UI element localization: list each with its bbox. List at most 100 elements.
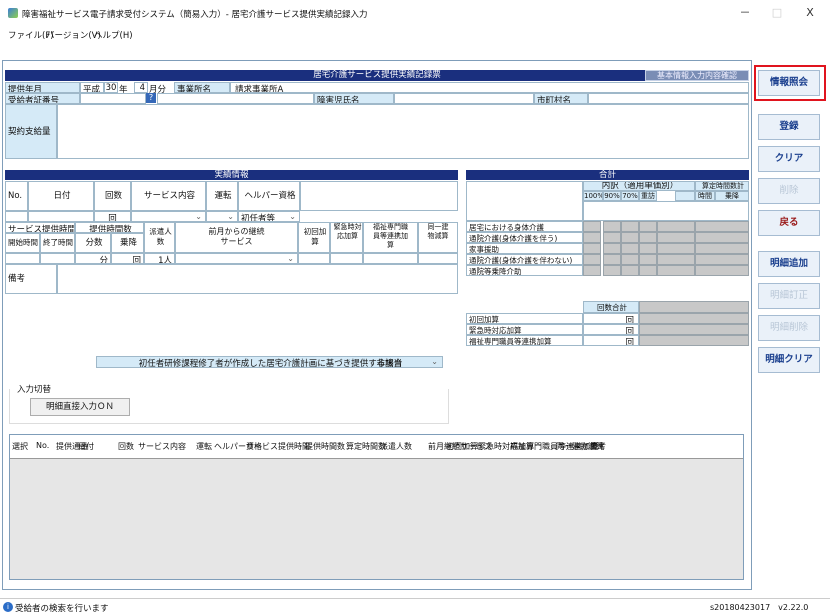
status-message: 受給者の検索を行います: [15, 604, 109, 614]
initial-check[interactable]: [298, 253, 330, 264]
same-building-label: 同一建物減算: [418, 222, 458, 253]
addition-blank: [639, 324, 749, 335]
service-dropdown-icon: ⌄: [195, 212, 202, 221]
dispatch-input[interactable]: 1人: [144, 253, 175, 264]
emergency-label: 緊急時対応加算: [330, 222, 363, 253]
totals-cell: [603, 232, 621, 243]
addition-row-0: 初回加算: [466, 313, 583, 324]
continuing-dropdown-icon: ⌄: [287, 254, 294, 263]
detail-input-button[interactable]: 明細直接入力ＯＮ: [30, 398, 130, 416]
record-header: 居宅介護サービス提供実績記録票: [5, 70, 749, 81]
totals-cell: [621, 232, 639, 243]
minutes-input[interactable]: 分: [75, 253, 111, 264]
minutes-label: 分数: [75, 233, 111, 253]
list-col-8: サービス提供時間: [246, 442, 310, 451]
specialist-check[interactable]: [363, 253, 418, 264]
totals-cell: [695, 254, 749, 265]
totals-row-2: 家事援助: [466, 243, 583, 254]
col-driving: 運転: [206, 181, 238, 211]
menu-help[interactable]: ヘルプ(H): [94, 29, 133, 41]
menu-version[interactable]: バージョン(V): [46, 29, 101, 41]
office-label: 事業所名: [174, 82, 230, 93]
contract-label: 契約支給量: [5, 104, 57, 159]
list-col-9: 提供時間数: [305, 442, 345, 451]
fix-detail-button[interactable]: 明細訂正: [758, 283, 820, 309]
version-text: s20180423017 v2.22.0: [710, 603, 809, 612]
totals-cell: [621, 265, 639, 276]
date-input[interactable]: [28, 211, 94, 222]
totals-col-blank: [675, 191, 695, 201]
totals-cell: [621, 243, 639, 254]
emergency-check[interactable]: [330, 253, 363, 264]
list-col-0: 選択: [12, 442, 28, 451]
totals-row-3: 通院介護(身体介護を伴わない): [466, 254, 583, 265]
driving-dropdown-icon: ⌄: [227, 212, 234, 221]
end-time-input[interactable]: [40, 253, 75, 264]
status-bar: [0, 598, 830, 616]
totals-cell: [657, 254, 695, 265]
totals-cell: [583, 243, 601, 254]
info-lookup-button[interactable]: 情報照会: [758, 70, 820, 96]
list-col-11: 派遣人数: [380, 442, 412, 451]
totals-cell: [657, 243, 695, 254]
col-date: 日付: [28, 181, 94, 211]
addition-count-1: 回: [583, 324, 639, 335]
count-input[interactable]: 回: [94, 211, 131, 222]
plan-value: 非該当: [376, 359, 402, 368]
remarks-input[interactable]: [57, 264, 458, 294]
totals-col-5: 乗降: [715, 191, 749, 201]
month-field[interactable]: 4: [134, 82, 148, 93]
same-building-check[interactable]: [418, 253, 458, 264]
dispatch-label: 派遣人数: [144, 222, 175, 253]
helper-select[interactable]: 初任者等 ⌄: [238, 211, 300, 222]
window-title: 障害福祉サービス電子請求受付システム（簡易入力）- 居宅介護サービス提供実績記録…: [22, 10, 368, 20]
child-name-value: [394, 93, 534, 104]
col-service: サービス内容: [131, 181, 206, 211]
count-total-blank: [639, 301, 749, 313]
recipient-no-label: 受給者証番号: [5, 93, 80, 104]
initial-label: 初回加算: [298, 222, 330, 253]
continuing-select[interactable]: ⌄: [175, 253, 298, 264]
totals-cell: [583, 221, 601, 232]
municipality-label: 市町村名: [534, 93, 588, 104]
totals-cell: [657, 232, 695, 243]
totals-cell: [695, 265, 749, 276]
basic-info-button[interactable]: 基本情報入力内容確認: [645, 70, 749, 81]
maximize-button[interactable]: □: [762, 4, 792, 22]
driving-select[interactable]: ⌄: [206, 211, 238, 222]
add-detail-button[interactable]: 明細追加: [758, 251, 820, 277]
recipient-no-input[interactable]: [80, 93, 146, 104]
totals-cell: [657, 221, 695, 232]
totals-row-4: 通院等乗降介助: [466, 265, 583, 276]
contract-value: [57, 104, 749, 159]
totals-cell: [695, 232, 749, 243]
clear-detail-button[interactable]: 明細クリア: [758, 347, 820, 373]
year-field[interactable]: 30: [104, 82, 118, 93]
boarding-input[interactable]: 回: [111, 253, 144, 264]
help-icon[interactable]: ?: [146, 93, 156, 103]
delete-button[interactable]: 削除: [758, 178, 820, 204]
delete-detail-button[interactable]: 明細削除: [758, 315, 820, 341]
clear-button[interactable]: クリア: [758, 146, 820, 172]
close-button[interactable]: X: [795, 4, 825, 22]
end-time-label: 終了時間: [40, 233, 75, 253]
start-time-input[interactable]: [5, 253, 40, 264]
remarks-label: 備考: [5, 264, 57, 294]
no-field: [5, 211, 28, 222]
office-value: 請求事業所A: [230, 82, 749, 93]
register-button[interactable]: 登録: [758, 114, 820, 140]
totals-col-space: [583, 201, 749, 221]
totals-cell: [639, 243, 657, 254]
totals-row-1: 通院介護(身体介護を伴う): [466, 232, 583, 243]
record-info-blank: [300, 181, 458, 211]
minimize-button[interactable]: －: [730, 4, 760, 22]
back-button[interactable]: 戻る: [758, 210, 820, 236]
list-col-1: No.: [36, 441, 50, 450]
provision-month-label: 提供年月: [5, 82, 80, 93]
totals-cell: [695, 221, 749, 232]
totals-cell: [583, 265, 601, 276]
list-col-3: 日付: [78, 442, 94, 451]
menu-bar: ファイル(F) バージョン(V) ヘルプ(H): [0, 26, 830, 44]
era-field[interactable]: 平成: [80, 82, 104, 93]
service-select[interactable]: ⌄: [131, 211, 206, 222]
